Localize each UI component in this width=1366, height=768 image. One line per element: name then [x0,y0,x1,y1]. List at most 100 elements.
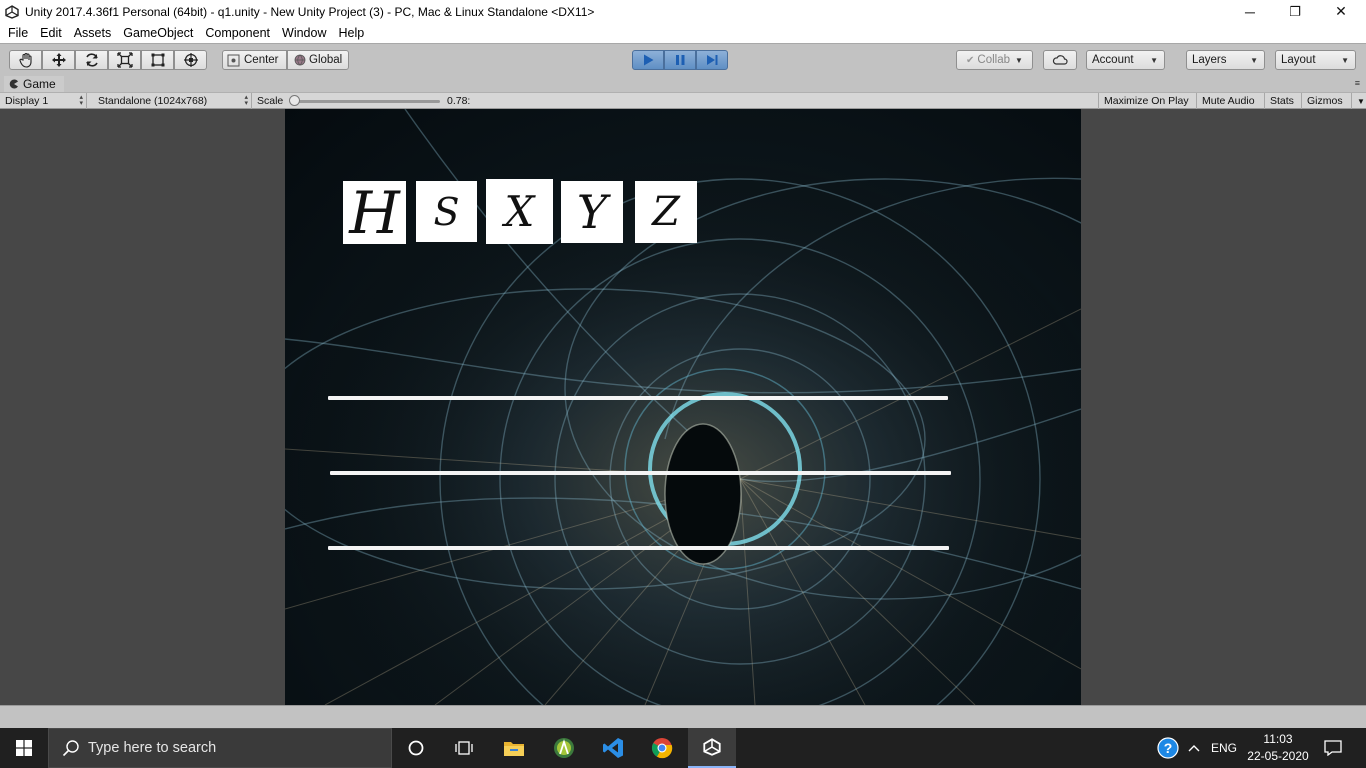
game-view-tab-strip: Game ≡ [0,75,1366,92]
cortana-circle-icon [408,740,424,756]
move-tool-button[interactable] [42,50,75,70]
pacman-icon [9,79,18,89]
taskbar-search-box[interactable]: Type here to search [48,728,392,768]
svg-text:?: ? [1164,740,1173,756]
taskbar-clock[interactable]: 11:03 22-05-2020 [1240,731,1316,765]
pivot-center-button[interactable]: Center [222,50,287,70]
minimize-button[interactable]: ─ [1227,0,1273,23]
clock-date: 22-05-2020 [1247,749,1309,763]
display-label: Display 1 [5,95,49,107]
menu-assets[interactable]: Assets [68,26,118,40]
scale-slider-thumb[interactable] [289,95,300,106]
tab-menu-icon[interactable]: ≡ [1355,78,1360,88]
main-toolbar: Center Global ✔ Collab ▼ Account ▼ Layer… [0,43,1366,75]
rect-transform-icon [151,53,164,67]
answer-line [328,546,949,550]
display-dropdown[interactable]: Display 1 ▴ ▾ [0,93,87,109]
task-view-icon [455,741,473,755]
hand-tool-button[interactable] [9,50,42,70]
menu-edit[interactable]: Edit [34,26,68,40]
game-view-controls: Display 1 ▴ ▾ Standalone (1024x768) ▴ ▾ Sc… [0,92,1366,109]
editor-status-bar [0,705,1366,728]
task-view-button[interactable] [440,728,488,768]
chrome-button[interactable] [638,728,686,768]
transform-tool-button[interactable] [174,50,207,70]
show-hidden-icons-button[interactable] [1183,728,1205,768]
pause-icon [676,55,685,65]
updown-arrows-icon: ▴ ▾ [244,94,248,107]
rotate-icon [85,53,98,67]
notification-icon [1324,740,1342,756]
start-button[interactable] [0,728,48,768]
scale-tool-button[interactable] [108,50,141,70]
menu-file[interactable]: File [2,26,34,40]
file-explorer-button[interactable] [490,728,538,768]
letter-card-glyph: Y [576,185,608,239]
cloud-icon [1052,55,1068,65]
help-question-icon: ? [1157,737,1179,759]
chevron-up-icon [1188,745,1200,752]
letter-card-x[interactable]: X [486,179,553,244]
rotate-tool-button[interactable] [75,50,108,70]
tab-game[interactable]: Game [4,76,64,92]
step-forward-icon [707,55,718,65]
resolution-label: Standalone (1024x768) [98,95,208,107]
restore-button[interactable]: ❐ [1272,0,1318,23]
game-canvas[interactable]: H S X Y Z [285,109,1081,705]
letter-card-z[interactable]: Z [635,181,697,243]
tab-game-label: Game [23,77,56,91]
letter-card-y[interactable]: Y [561,181,623,243]
collab-dropdown[interactable]: ✔ Collab ▼ [956,50,1033,70]
space-label: Global [309,54,343,66]
letter-card-s[interactable]: S [416,181,477,242]
dropdown-arrow-icon: ▼ [1341,55,1349,65]
dropdown-arrow-icon: ▼ [1015,55,1023,65]
step-button[interactable] [696,50,728,70]
hand-icon [18,52,32,68]
game-viewport: H S X Y Z [0,109,1366,705]
menu-help[interactable]: Help [332,26,370,40]
letter-card-glyph: Z [652,189,680,235]
letter-card-h[interactable]: H [343,181,406,244]
rect-tool-button[interactable] [141,50,174,70]
pause-button[interactable] [664,50,696,70]
pivot-icon [227,54,240,66]
play-button[interactable] [632,50,664,70]
account-label: Account [1092,54,1134,66]
globe-icon [294,54,306,66]
vscode-button[interactable] [589,728,637,768]
notifications-button[interactable] [1318,728,1348,768]
window-title-bar: Unity 2017.4.36f1 Personal (64bit) - q1.… [0,0,1366,23]
cloud-button[interactable] [1043,50,1077,70]
close-button[interactable]: ✕ [1318,0,1364,23]
stats-toggle[interactable]: Stats [1265,93,1302,109]
layers-dropdown[interactable]: Layers ▼ [1186,50,1265,70]
resolution-dropdown[interactable]: Standalone (1024x768) ▴ ▾ [90,93,252,109]
window-title: Unity 2017.4.36f1 Personal (64bit) - q1.… [25,4,595,19]
scale-value: 0.78: [447,95,471,107]
menu-gameobject[interactable]: GameObject [117,26,199,40]
menu-component[interactable]: Component [199,26,276,40]
clock-time: 11:03 [1263,732,1293,746]
cortana-button[interactable] [392,728,440,768]
dropdown-arrow-icon: ▼ [1357,96,1365,106]
space-global-button[interactable]: Global [287,50,349,70]
answer-line [330,471,951,475]
menu-window[interactable]: Window [276,26,332,40]
help-tray-button[interactable]: ? [1155,728,1181,768]
unity-taskbar-button[interactable] [688,728,736,768]
account-dropdown[interactable]: Account ▼ [1086,50,1165,70]
mute-audio-toggle[interactable]: Mute Audio [1197,93,1265,109]
android-studio-button[interactable] [540,728,588,768]
layout-dropdown[interactable]: Layout ▼ [1275,50,1356,70]
gizmos-toggle[interactable]: Gizmos [1302,93,1352,109]
gizmos-dropdown[interactable]: ▼ [1352,93,1366,109]
search-placeholder: Type here to search [88,740,217,756]
maximize-on-play-toggle[interactable]: Maximize On Play [1098,93,1197,109]
vscode-icon [603,738,623,758]
gizmos-label: Gizmos [1307,95,1343,107]
scale-slider-track[interactable] [296,100,440,103]
checkmark-icon: ✔ [966,54,975,66]
letter-card-glyph: X [504,187,535,236]
language-indicator[interactable]: ENG [1207,728,1241,768]
